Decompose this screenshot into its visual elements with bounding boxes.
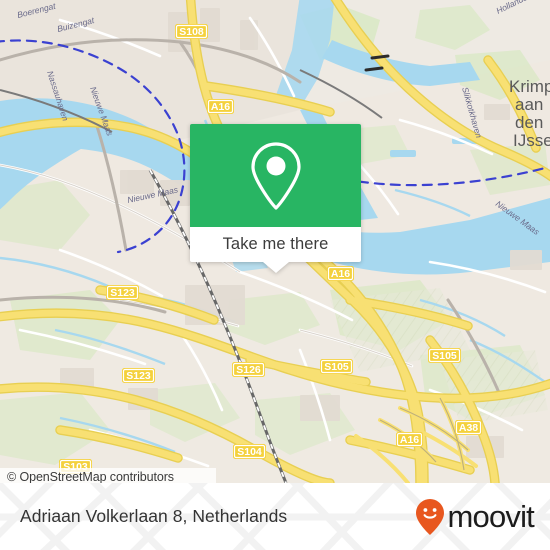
- moovit-logo: moovit: [415, 498, 535, 536]
- road-shield-label: S123: [110, 287, 135, 299]
- road-shield-label: A16: [211, 101, 230, 113]
- osm-attribution: © OpenStreetMap contributors: [0, 468, 216, 483]
- location-callout-card[interactable]: Take me there: [190, 124, 361, 273]
- take-me-there-label: Take me there: [222, 235, 329, 253]
- road-shield-label: S123: [126, 370, 151, 382]
- road-shield-label: S105: [432, 350, 457, 362]
- footer-bar: Adriaan Volkerlaan 8, Netherlands moovit: [0, 483, 550, 550]
- place-label: den: [515, 113, 543, 132]
- map-screenshot: Boerengat Buizengat Nassauhaven Nieuwe Maas…: [0, 0, 550, 550]
- place-label: Krimpe: [509, 77, 550, 96]
- address-label: Adriaan Volkerlaan 8, Netherlands: [20, 506, 288, 526]
- road-shield: S126: [232, 362, 265, 377]
- road-shield-label: A16: [331, 268, 350, 280]
- road-shield: A38: [455, 420, 482, 435]
- road-shield-label: S126: [236, 364, 261, 376]
- attribution-text: © OpenStreetMap contributors: [7, 470, 174, 483]
- road-shield: S123: [122, 368, 155, 383]
- road-shield: S123: [106, 285, 139, 300]
- card-icon-area: [190, 124, 361, 227]
- road-shield: S104: [233, 444, 266, 459]
- road-shield: A16: [207, 99, 234, 114]
- road-shield: A16: [396, 432, 423, 447]
- road-shield: S105: [320, 359, 353, 374]
- moovit-wordmark: moovit: [447, 498, 534, 534]
- road-shield-label: A38: [459, 422, 478, 434]
- road-shield: S108: [175, 24, 208, 39]
- place-label: IJssel: [513, 131, 550, 150]
- road-shield: A16: [327, 266, 354, 281]
- road-shield-label: S104: [237, 446, 262, 458]
- road-shield: S105: [428, 348, 461, 363]
- take-me-there-button[interactable]: Take me there: [190, 227, 361, 273]
- road-shield-label: A16: [400, 434, 419, 446]
- place-label: aan: [515, 95, 543, 114]
- road-shield-label: S105: [324, 361, 349, 373]
- road-shield-label: S108: [179, 26, 204, 38]
- location-pin-icon: [250, 141, 301, 210]
- callout-tail: [262, 262, 289, 273]
- moovit-smiley-pin-icon: [416, 498, 445, 535]
